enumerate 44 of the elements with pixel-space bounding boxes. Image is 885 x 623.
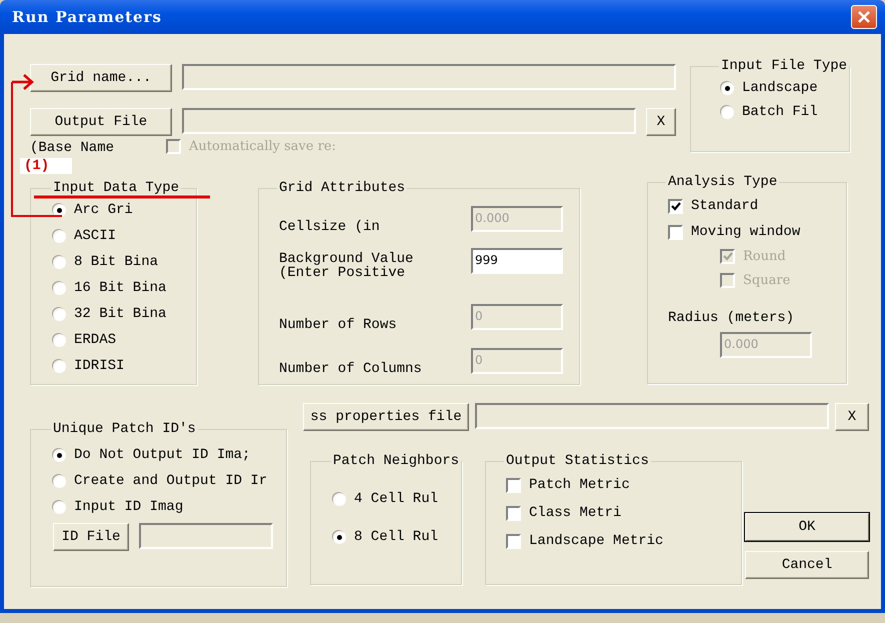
window-title: Run Parameters	[12, 8, 162, 26]
grid-name-button[interactable]: Grid name...	[30, 64, 172, 92]
group-title: Analysis Type	[667, 174, 778, 190]
radio-option[interactable]: 4 Cell Rul	[333, 489, 462, 509]
checkbox-option[interactable]: Standard	[668, 196, 846, 216]
base-name-note: (Base Name	[30, 140, 114, 156]
radio-option[interactable]: Batch Fil	[721, 102, 850, 122]
radio-option[interactable]: Landscape	[721, 78, 850, 98]
clear-button[interactable]: X	[835, 403, 869, 431]
field-label: Number of Columns	[279, 362, 422, 378]
checkbox-option[interactable]: Landscape Metric	[506, 531, 742, 551]
field-note: (Enter Positive	[279, 266, 406, 280]
group-title: Grid Attributes	[278, 180, 406, 196]
radio-option[interactable]: Input ID Imag	[53, 497, 286, 517]
radio-option[interactable]: IDRISI	[53, 356, 196, 376]
ok-button[interactable]: OK	[745, 513, 870, 541]
radio-option[interactable]: 8 Cell Rul	[333, 527, 462, 547]
checkbox-option[interactable]: Patch Metric	[506, 475, 742, 495]
field-label: Number of Rows	[279, 318, 397, 334]
checkbox-option[interactable]: Class Metri	[506, 503, 742, 523]
radio-option[interactable]: ERDAS	[53, 330, 196, 350]
radio-option[interactable]: Do Not Output ID Ima;	[53, 445, 286, 465]
radio-option[interactable]: ASCII	[53, 226, 196, 246]
checkbox-option[interactable]: Moving window	[668, 222, 846, 242]
group-title: Input File Type	[720, 58, 848, 74]
radio-option[interactable]: Arc Gri	[53, 200, 196, 220]
output-file-button[interactable]: Output File	[30, 108, 172, 136]
clear-button[interactable]: X	[646, 108, 676, 136]
radio-option[interactable]: Create and Output ID Ir	[53, 471, 286, 491]
radio-option[interactable]: 16 Bit Bina	[53, 278, 196, 298]
radio-option[interactable]: 32 Bit Bina	[53, 304, 196, 324]
field-label: Cellsize (in	[279, 220, 380, 235]
field-label: Background Value	[279, 252, 414, 267]
annotation-label: (1)	[20, 158, 72, 174]
group-title: Input Data Type	[52, 180, 180, 196]
properties-file-button[interactable]: ss properties file	[303, 403, 469, 431]
text-field[interactable]: 999	[471, 248, 563, 274]
cancel-button[interactable]: Cancel	[745, 551, 870, 579]
radio-option[interactable]: 8 Bit Bina	[53, 252, 196, 272]
group-title: Unique Patch ID's	[52, 421, 197, 437]
group-title: Output Statistics	[505, 453, 650, 469]
id-file-button[interactable]: ID File	[53, 523, 129, 551]
group-title: Patch Neighbors	[332, 453, 460, 469]
radius-label: Radius (meters)	[668, 310, 796, 326]
